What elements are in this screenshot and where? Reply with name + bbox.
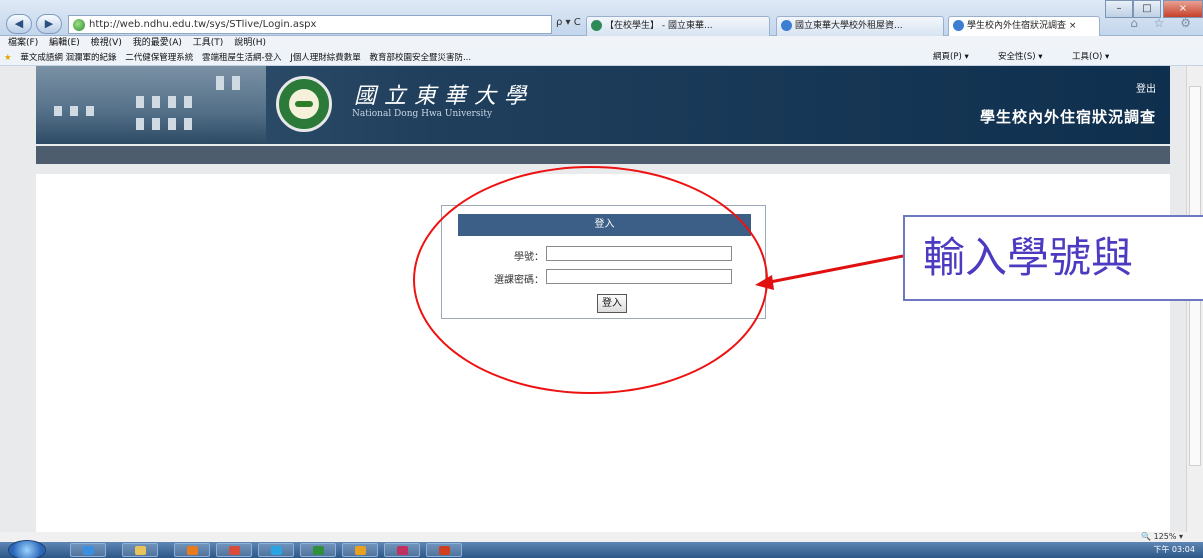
taskbar-outlook[interactable]	[342, 543, 378, 557]
arrow-head-icon	[755, 275, 774, 290]
screen: ◀ ▶ http://web.ndhu.edu.tw/sys/STlive/Lo…	[0, 0, 1203, 558]
taskbar-chrome[interactable]	[216, 543, 252, 557]
system-tray-clock[interactable]: 下午 03:04	[1153, 544, 1195, 555]
zoom-level[interactable]: 🔍 125% ▾	[1141, 532, 1183, 541]
callout-box: 輸入學號與	[903, 215, 1203, 301]
taskbar-excel[interactable]	[300, 543, 336, 557]
taskbar-app[interactable]	[384, 543, 420, 557]
taskbar: 下午 03:04	[0, 540, 1203, 558]
taskbar-explorer[interactable]	[122, 543, 158, 557]
taskbar-powerpoint[interactable]	[426, 543, 462, 557]
status-bar: 🔍 125% ▾	[0, 532, 1203, 542]
start-button[interactable]	[8, 540, 46, 558]
taskbar-ie[interactable]	[70, 543, 106, 557]
taskbar-skype[interactable]	[258, 543, 294, 557]
taskbar-media[interactable]	[174, 543, 210, 557]
